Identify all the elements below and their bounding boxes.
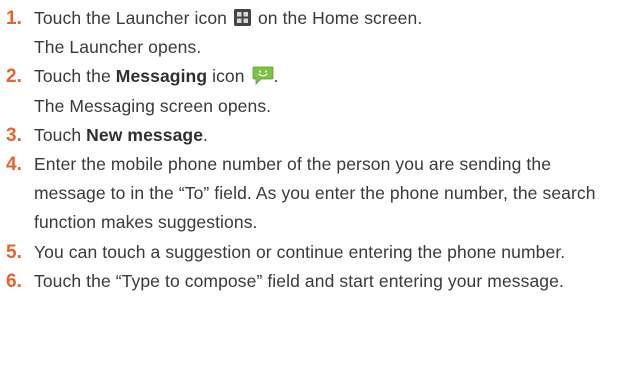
step-4: 4. Enter the mobile phone number of the …: [6, 150, 621, 238]
step-3: 3. Touch New message.: [6, 121, 621, 150]
step-text: Touch New message.: [34, 125, 208, 145]
step-number: 3.: [6, 124, 23, 146]
launcher-icon: [233, 9, 251, 26]
step-text-before: Touch the: [34, 66, 111, 87]
step-text: Touch the Launcher icon on the Home scre…: [34, 8, 422, 28]
step-number: 1.: [6, 8, 23, 29]
step-text-trailing: .: [273, 66, 279, 87]
step-text-before: Touch: [34, 124, 82, 145]
step-number: 5.: [6, 241, 23, 263]
step-text-after: .: [203, 124, 208, 145]
step-number: 2.: [6, 66, 23, 88]
step-result: The Launcher opens.: [34, 37, 202, 58]
step-text-after: on the Home screen.: [257, 8, 423, 28]
step-1: 1. Touch the Launcher icon on the Home s…: [6, 4, 621, 62]
step-result: The Messaging screen opens.: [34, 95, 272, 116]
messaging-icon: [252, 65, 274, 86]
messaging-label: Messaging: [115, 66, 208, 87]
step-text: Touch the Messaging icon .: [34, 66, 279, 86]
step-5: 5. You can touch a suggestion or continu…: [6, 238, 621, 267]
step-number: 6.: [6, 270, 23, 292]
new-message-label: New message: [86, 124, 204, 145]
step-text: Enter the mobile phone number of the per…: [34, 154, 596, 233]
step-text-before: Touch the Launcher icon: [34, 8, 227, 28]
step-text-after: icon: [212, 66, 245, 87]
step-2: 2. Touch the Messaging icon . The Messag…: [6, 62, 621, 120]
step-text: Touch the “Type to compose” field and st…: [34, 270, 564, 291]
step-text: You can touch a suggestion or continue e…: [34, 241, 566, 262]
instruction-steps: 1. Touch the Launcher icon on the Home s…: [6, 4, 621, 296]
step-number: 4.: [6, 154, 23, 176]
step-6: 6. Touch the “Type to compose” field and…: [6, 267, 621, 296]
